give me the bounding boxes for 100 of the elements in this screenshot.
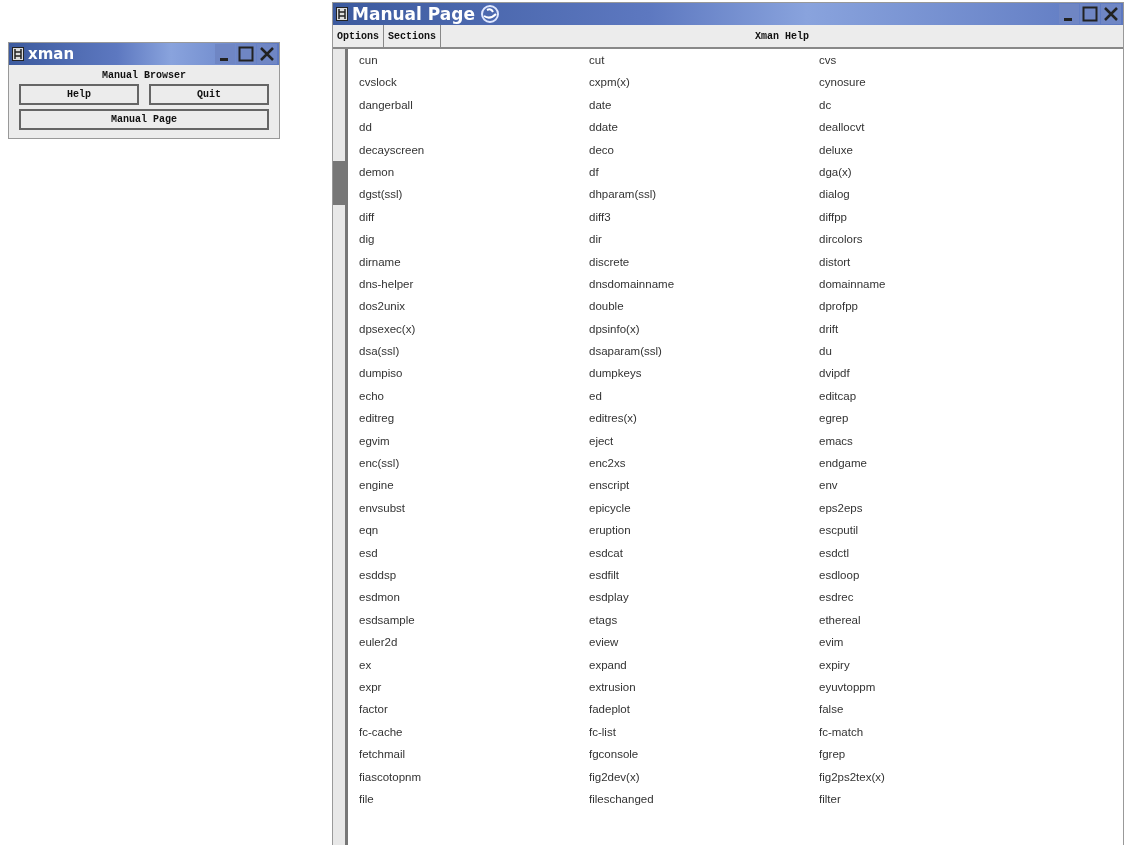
manual-entry[interactable]: cun: [359, 54, 378, 66]
manual-entry[interactable]: dpsinfo(x): [589, 322, 640, 335]
manual-entry[interactable]: editcap: [819, 389, 857, 402]
manual-entry[interactable]: expr: [359, 680, 382, 693]
manual-entry[interactable]: editreg: [359, 412, 395, 425]
manual-entry[interactable]: esd: [359, 546, 378, 559]
manual-entry[interactable]: dumpiso: [359, 367, 403, 380]
manual-entry[interactable]: expiry: [819, 658, 850, 671]
manual-entry[interactable]: drift: [819, 322, 839, 335]
manual-entry[interactable]: egvim: [359, 434, 390, 447]
manual-entry[interactable]: esdsample: [359, 613, 415, 626]
manual-entry[interactable]: dircolors: [819, 233, 863, 246]
manual-entry[interactable]: evim: [819, 636, 844, 649]
scroll-thumb[interactable]: [333, 161, 345, 205]
manual-entry[interactable]: euler2d: [359, 636, 398, 649]
manual-entry[interactable]: ddate: [589, 121, 618, 134]
manual-entry[interactable]: cynosure: [819, 76, 866, 89]
manual-entry[interactable]: enc(ssl): [359, 457, 400, 470]
manual-entry[interactable]: du: [819, 345, 832, 358]
manual-entry[interactable]: dga(x): [819, 165, 852, 178]
manual-entry[interactable]: fc-match: [819, 725, 864, 738]
manual-entry[interactable]: echo: [359, 389, 384, 402]
manual-entry[interactable]: dpsexec(x): [359, 322, 416, 335]
manual-entry[interactable]: env: [819, 479, 838, 492]
manual-entry[interactable]: fc-list: [589, 725, 616, 738]
manual-entry[interactable]: fgconsole: [589, 748, 639, 761]
manual-entry[interactable]: fetchmail: [359, 748, 406, 761]
manual-entry[interactable]: dir: [589, 233, 602, 246]
manual-entry[interactable]: domainname: [819, 277, 886, 290]
manual-entry[interactable]: cvslock: [359, 76, 397, 89]
manual-entry[interactable]: esdfilt: [589, 569, 620, 581]
manual-entry[interactable]: filter: [819, 792, 841, 805]
minimize-icon[interactable]: [215, 44, 235, 64]
quit-button[interactable]: Quit: [149, 84, 269, 105]
manual-entry[interactable]: false: [819, 703, 844, 716]
manual-entry[interactable]: deco: [589, 143, 614, 156]
manual-entry[interactable]: esdloop: [819, 569, 860, 581]
manual-entry[interactable]: dos2unix: [359, 300, 406, 313]
manual-entry[interactable]: demon: [359, 165, 395, 178]
manual-entry[interactable]: ex: [359, 658, 372, 671]
manual-entry[interactable]: dialog: [819, 188, 850, 201]
manual-entry[interactable]: envsubst: [359, 501, 406, 514]
manual-entry[interactable]: diffpp: [819, 210, 847, 223]
manual-entry[interactable]: discrete: [589, 255, 630, 268]
manual-entry[interactable]: eruption: [589, 524, 631, 537]
manual-entry[interactable]: factor: [359, 703, 388, 716]
manual-entry[interactable]: eqn: [359, 524, 379, 537]
maximize-icon[interactable]: [1080, 4, 1100, 24]
manual-entry[interactable]: dumpkeys: [589, 367, 642, 380]
manual-entry[interactable]: decayscreen: [359, 143, 425, 156]
manual-entry[interactable]: dgst(ssl): [359, 188, 403, 201]
manual-entry[interactable]: dhparam(ssl): [589, 188, 657, 201]
manual-entry[interactable]: diff3: [589, 210, 611, 223]
manual-entry[interactable]: ethereal: [819, 613, 861, 626]
manual-entry[interactable]: date: [589, 98, 612, 111]
manual-entry[interactable]: eps2eps: [819, 501, 863, 514]
manual-entry[interactable]: fileschanged: [589, 792, 654, 805]
manual-entry[interactable]: cxpm(x): [589, 76, 630, 89]
manual-entry[interactable]: distort: [819, 255, 851, 268]
manual-entry[interactable]: endgame: [819, 457, 867, 470]
manual-entry[interactable]: diff: [359, 210, 375, 223]
manual-entry[interactable]: cut: [589, 54, 605, 66]
manual-entry[interactable]: dnsdomainname: [589, 277, 675, 290]
manual-entry[interactable]: dvipdf: [819, 367, 850, 380]
manual-entry[interactable]: df: [589, 165, 599, 178]
manual-entry[interactable]: escputil: [819, 524, 858, 537]
manual-entry[interactable]: fgrep: [819, 748, 846, 761]
manual-entry[interactable]: esdcat: [589, 546, 623, 559]
manual-entry[interactable]: double: [589, 300, 624, 313]
close-icon[interactable]: [1101, 4, 1121, 24]
manual-entry[interactable]: fc-cache: [359, 725, 403, 738]
manual-entry[interactable]: editres(x): [589, 412, 637, 425]
maximize-icon[interactable]: [236, 44, 256, 64]
close-icon[interactable]: [257, 44, 277, 64]
manual-entry[interactable]: dc: [819, 98, 832, 111]
manual-entry[interactable]: esdmon: [359, 591, 400, 604]
manual-entry[interactable]: esddsp: [359, 569, 397, 581]
manual-entry[interactable]: esdplay: [589, 591, 629, 604]
manual-entry[interactable]: eyuvtoppm: [819, 680, 876, 693]
manual-entry[interactable]: dsaparam(ssl): [589, 345, 662, 358]
manual-entry[interactable]: dig: [359, 233, 375, 246]
minimize-icon[interactable]: [1059, 4, 1079, 24]
manual-entry[interactable]: cvs: [819, 54, 837, 66]
manual-entry[interactable]: dns-helper: [359, 277, 414, 290]
manual-entry[interactable]: eview: [589, 636, 619, 649]
manual-page-button[interactable]: Manual Page: [19, 109, 269, 130]
manual-entry[interactable]: expand: [589, 658, 627, 671]
help-button[interactable]: Help: [19, 84, 139, 105]
manual-entry[interactable]: ed: [589, 389, 602, 402]
manual-entry[interactable]: emacs: [819, 434, 853, 447]
manual-entry[interactable]: deallocvt: [819, 121, 865, 134]
manual-entry[interactable]: dprofpp: [819, 300, 858, 313]
manual-entry[interactable]: esdrec: [819, 591, 854, 604]
manual-entry[interactable]: enc2xs: [589, 457, 626, 470]
manual-entry[interactable]: etags: [589, 613, 618, 626]
manual-entry[interactable]: enscript: [589, 479, 630, 492]
manual-entry[interactable]: extrusion: [589, 680, 636, 693]
manual-entry[interactable]: deluxe: [819, 143, 853, 156]
manual-entry[interactable]: file: [359, 792, 374, 805]
manual-entry[interactable]: dsa(ssl): [359, 345, 400, 358]
